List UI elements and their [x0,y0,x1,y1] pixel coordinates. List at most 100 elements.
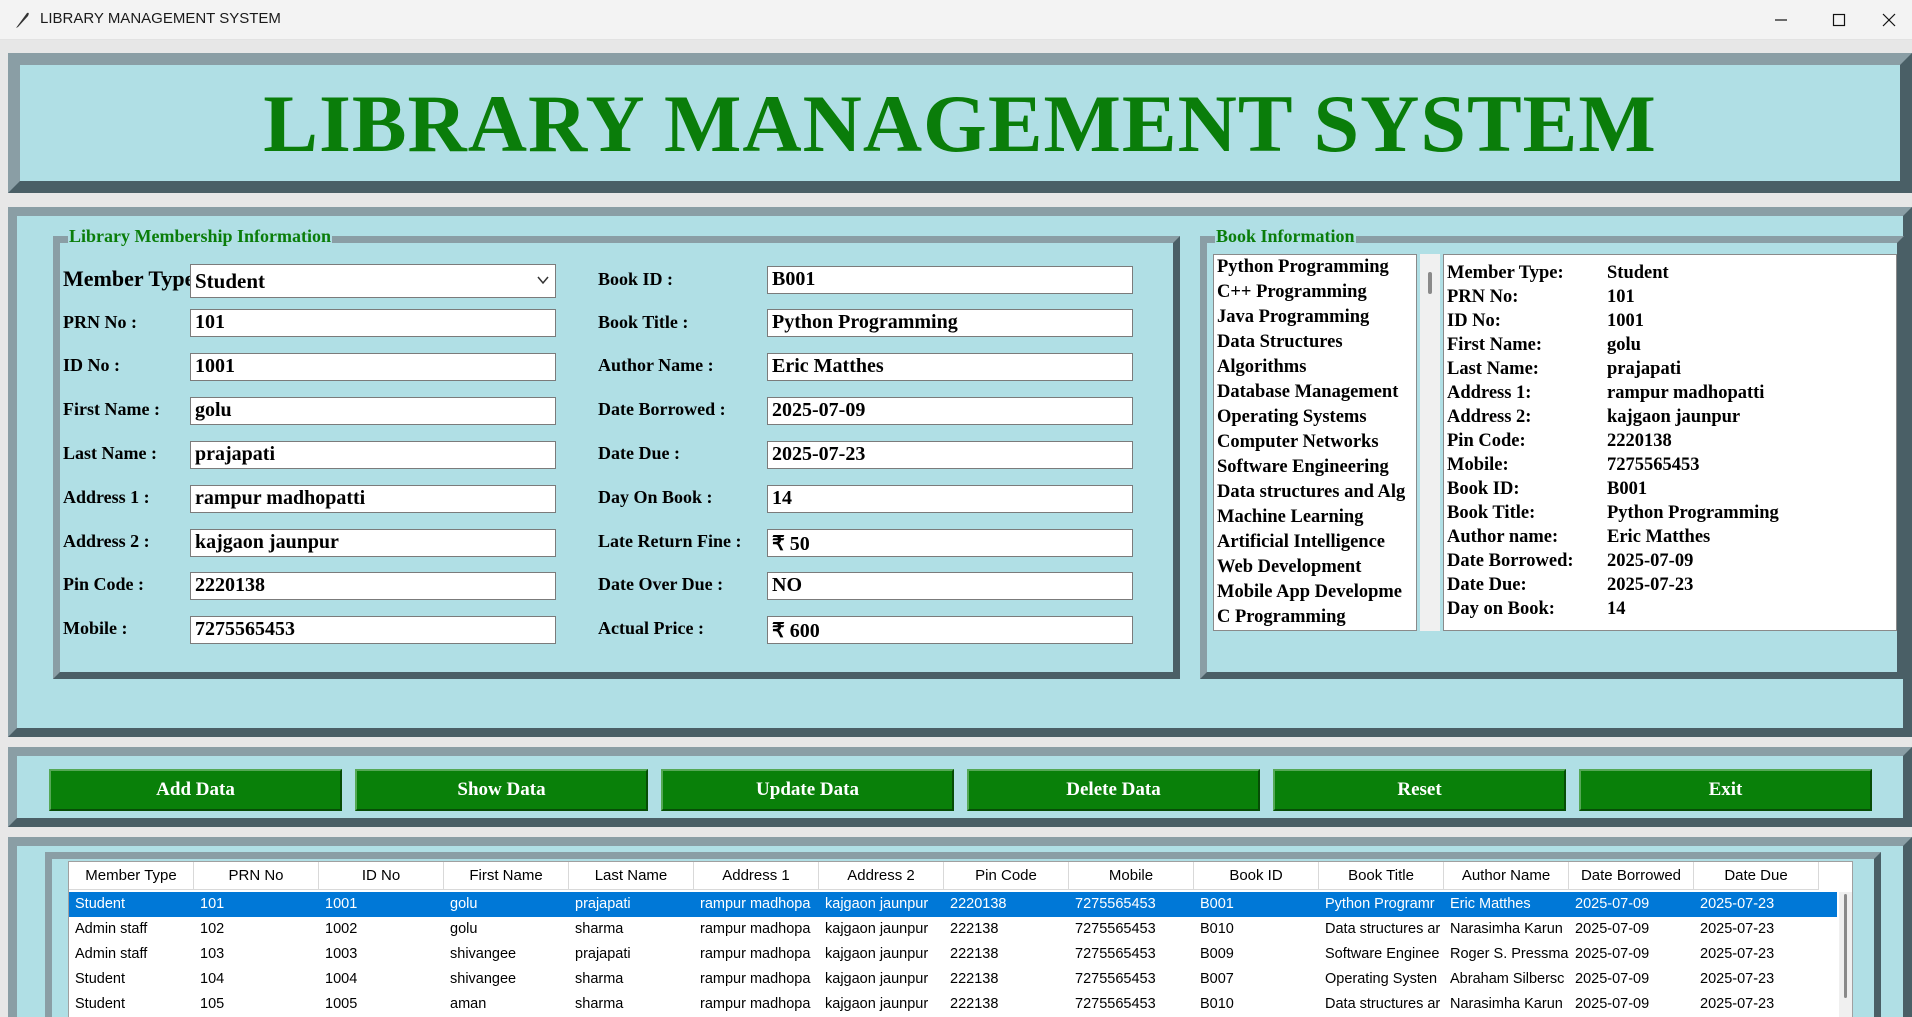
table-cell: 1005 [325,996,358,1012]
table-cell: rampur madhopa [700,946,811,962]
list-item[interactable]: Java Programming [1214,305,1416,330]
date-due-label: Date Due : [598,443,680,463]
table-row[interactable]: Student 101 1001 golu prajapati rampur madhop… [69,892,1837,917]
pin-code-field[interactable]: 2220138 [190,572,556,600]
book-title-field[interactable]: Python Programming [767,309,1133,337]
id-field[interactable]: 1001 [190,353,556,381]
membership-frame-title: Library Membership Information [68,226,332,247]
table-cell: golu [450,896,478,912]
list-item[interactable]: Operating Systems [1214,405,1416,430]
list-item[interactable]: Data Structures [1214,330,1416,355]
list-item[interactable]: Software Engineering [1214,455,1416,480]
table-cell: 7275565453 [1075,971,1156,987]
address1-field[interactable]: rampur madhopatti [190,485,556,513]
column-header[interactable]: Book Title [1319,862,1444,890]
book-title-label: Book Title : [598,312,689,332]
id-label: ID No : [63,355,120,375]
table-cell: Eric Matthes [1450,896,1531,912]
list-item[interactable]: Python Programming [1214,255,1416,280]
table-vertical-scrollbar[interactable] [1839,892,1852,1017]
column-header[interactable]: Pin Code [944,862,1069,890]
column-header[interactable]: Address 1 [694,862,819,890]
date-borrowed-field[interactable]: 2025-07-09 [767,397,1133,425]
table-cell: 7275565453 [1075,896,1156,912]
column-header[interactable]: ID No [319,862,444,890]
table-cell: 102 [200,921,225,937]
show-data-button[interactable]: Show Data [355,769,648,811]
column-header[interactable]: Book ID [1194,862,1319,890]
column-header[interactable]: PRN No [194,862,319,890]
list-item[interactable]: Data structures and Alg [1214,480,1416,505]
author-name-field[interactable]: Eric Matthes [767,353,1133,381]
table-cell: shivangee [450,971,517,987]
table-row[interactable]: Student 104 1004 shivangee sharma rampur madh… [69,967,1837,992]
list-item[interactable]: C++ Programming [1214,280,1416,305]
member-type-label: Member Type [63,266,195,291]
late-return-fine-field[interactable]: ₹ 50 [767,529,1133,557]
list-item[interactable]: Artificial Intelligence [1214,530,1416,555]
detail-row: Mobile: 7275565453 [1447,455,1700,475]
member-type-combobox[interactable]: Student [190,264,556,298]
book-listbox[interactable]: Python Programming C++ Programming Java … [1213,254,1417,631]
scrollbar-thumb[interactable] [1844,894,1847,998]
column-header[interactable]: Address 2 [819,862,944,890]
book-id-field[interactable]: B001 [767,266,1133,294]
column-header[interactable]: Author Name [1444,862,1569,890]
list-item[interactable]: Computer Networks [1214,430,1416,455]
column-header[interactable]: Mobile [1069,862,1194,890]
reset-button[interactable]: Reset [1273,769,1566,811]
table-cell: 2220138 [950,896,1007,912]
table-row[interactable]: Admin staff 102 1002 golu sharma rampur madho… [69,917,1837,942]
table-cell: kajgaon jaunpur [825,921,929,937]
column-header[interactable]: Member Type [69,862,194,890]
list-item[interactable]: Web Development [1214,555,1416,580]
date-borrowed-label: Date Borrowed : [598,399,726,419]
table-cell: Student [75,996,125,1012]
last-name-field[interactable]: prajapati [190,441,556,469]
info-panel: Library Membership Information Member Ty… [8,207,1912,737]
app-heading: LIBRARY MANAGEMENT SYSTEM [263,78,1657,169]
book-list-scrollbar[interactable] [1420,254,1440,631]
mobile-label: Mobile : [63,618,128,638]
column-header[interactable]: Date Borrowed [1569,862,1694,890]
add-data-button[interactable]: Add Data [49,769,342,811]
day-on-book-field[interactable]: 14 [767,485,1133,513]
minimize-button[interactable] [1758,0,1804,40]
detail-row: Day on Book: 14 [1447,599,1626,619]
detail-row: Last Name: prajapati [1447,359,1681,379]
exit-button[interactable]: Exit [1579,769,1872,811]
table-cell: Abraham Silbersc [1450,971,1565,987]
scrollbar-thumb[interactable] [1428,272,1432,294]
list-item[interactable]: C Programming [1214,605,1416,630]
date-over-due-field[interactable]: NO [767,572,1133,600]
table-row[interactable]: Admin staff 103 1003 shivangee prajapati ramp… [69,942,1837,967]
table-cell: Roger S. Pressmar [1450,946,1569,962]
date-due-field[interactable]: 2025-07-23 [767,441,1133,469]
close-button[interactable] [1866,0,1912,40]
delete-data-button[interactable]: Delete Data [967,769,1260,811]
list-item[interactable]: Database Management [1214,380,1416,405]
column-header[interactable]: Date Due [1694,862,1819,890]
table-cell: B001 [1200,896,1234,912]
table-cell: 2025-07-09 [1575,996,1650,1012]
list-item[interactable]: Mobile App Developme [1214,580,1416,605]
column-header[interactable]: First Name [444,862,569,890]
table-row[interactable]: Student 105 1005 aman sharma rampur madhopa ka… [69,992,1837,1017]
detail-row: Member Type: Student [1447,263,1669,283]
prn-field[interactable]: 101 [190,309,556,337]
address2-field[interactable]: kajgaon jaunpur [190,529,556,557]
first-name-field[interactable]: golu [190,397,556,425]
late-return-fine-label: Late Return Fine : [598,531,742,551]
update-data-button[interactable]: Update Data [661,769,954,811]
list-item[interactable]: Algorithms [1214,355,1416,380]
book-id-label: Book ID : [598,269,674,289]
mobile-field[interactable]: 7275565453 [190,616,556,644]
actual-price-field[interactable]: ₹ 600 [767,616,1133,644]
maximize-button[interactable] [1816,0,1862,40]
table-cell: kajgaon jaunpur [825,996,929,1012]
maximize-icon [1832,13,1846,27]
records-panel: Member Type PRN No ID No First Name Last… [8,837,1912,1017]
column-header[interactable]: Last Name [569,862,694,890]
list-item[interactable]: Machine Learning [1214,505,1416,530]
records-table[interactable]: Member Type PRN No ID No First Name Last… [68,861,1853,1017]
